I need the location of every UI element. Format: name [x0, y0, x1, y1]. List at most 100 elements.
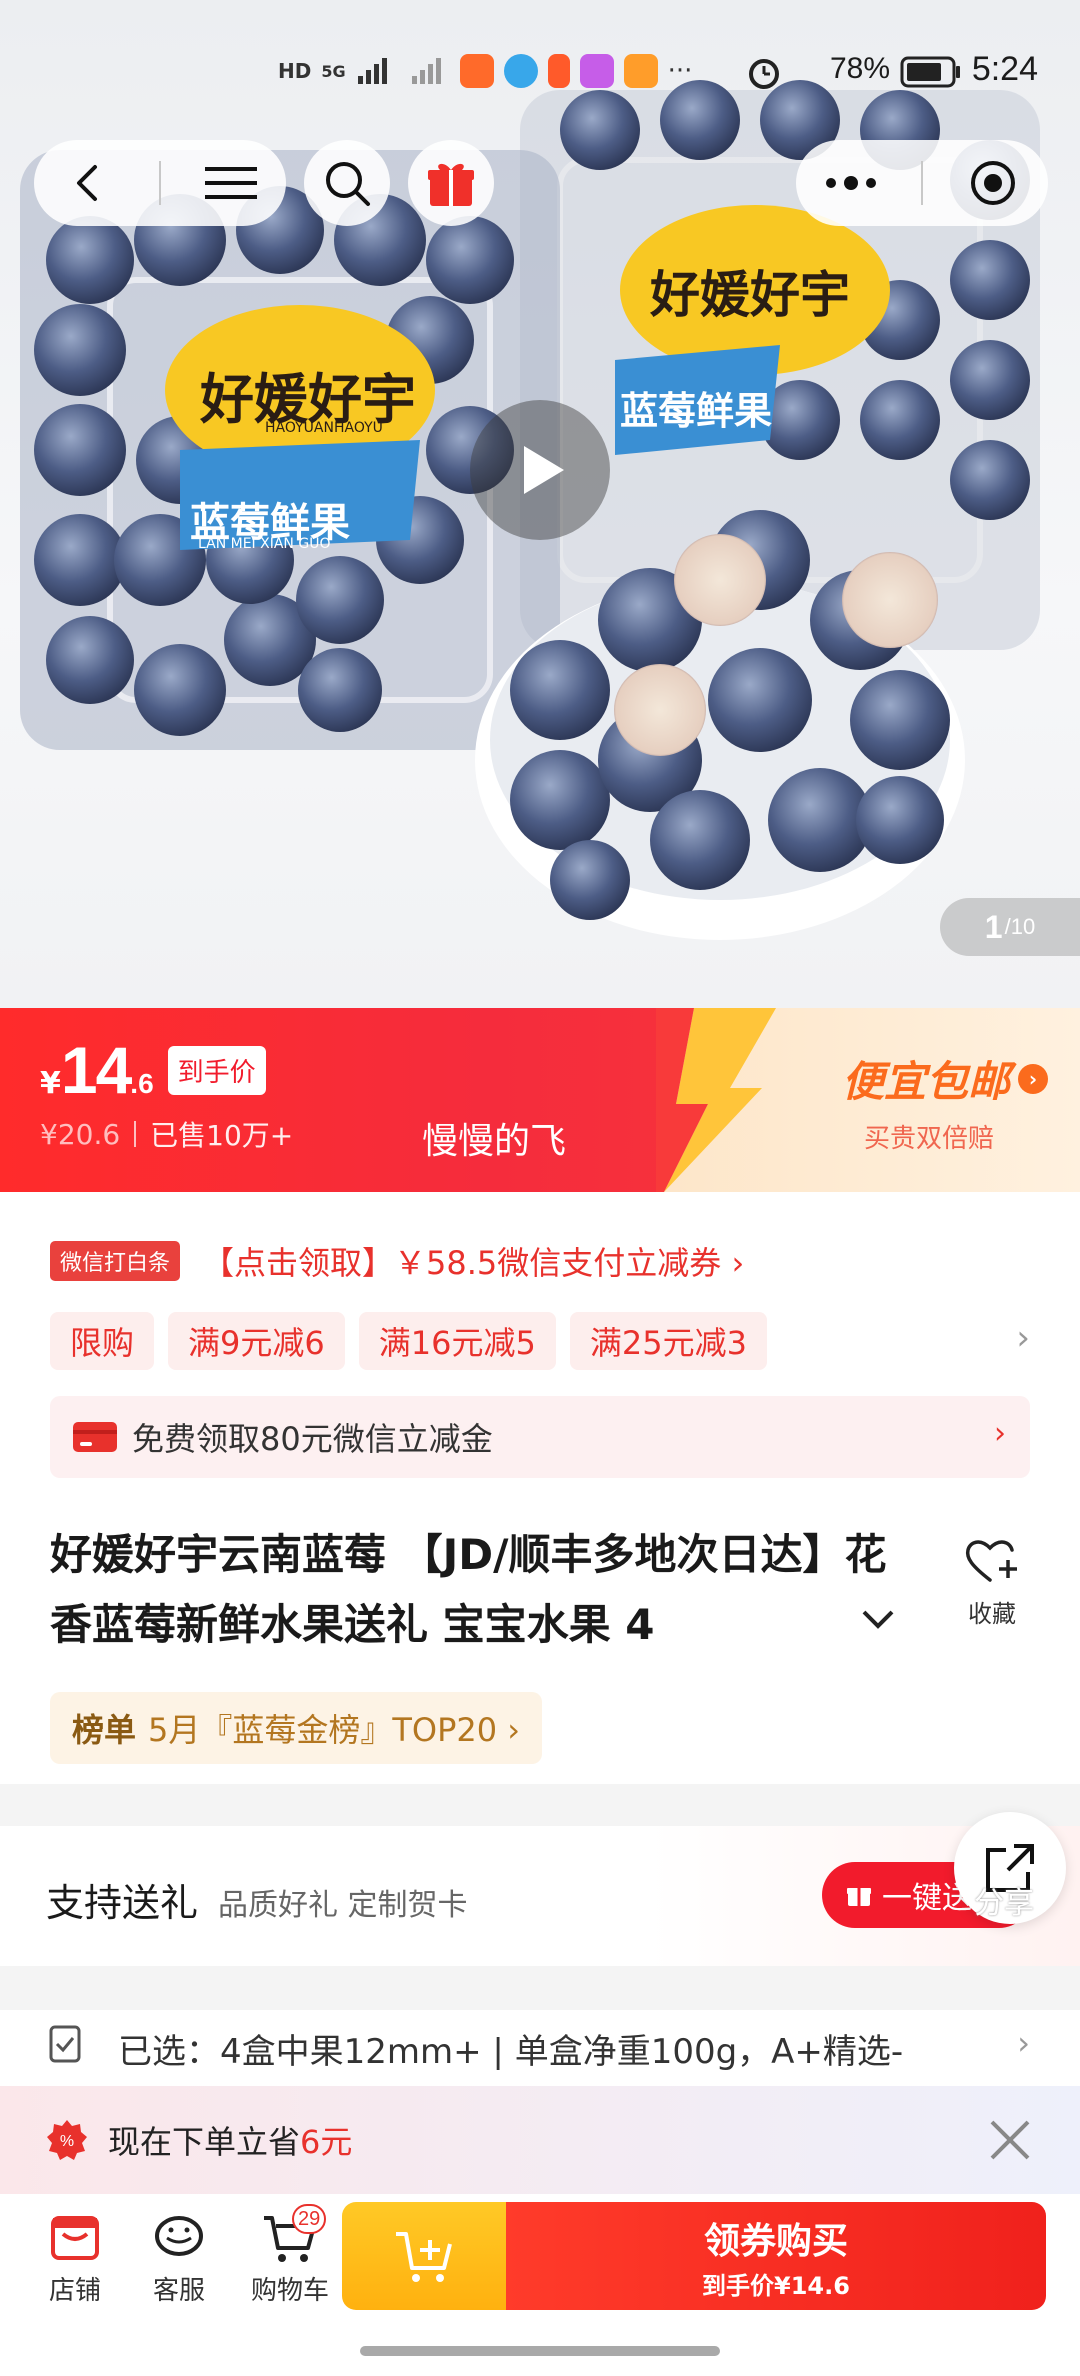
final-price-tag: 到手价	[167, 1046, 266, 1095]
signal-bars-icon	[357, 58, 387, 84]
shop-label: 店铺	[48, 2276, 101, 2306]
currency-symbol: ¥	[40, 1066, 61, 1101]
discount-chip[interactable]: 满9元减6	[168, 1312, 345, 1370]
wechat-coupon-offer[interactable]: 【点击领取】￥58.5微信支付立减券 ›	[202, 1238, 744, 1284]
product-image-carousel[interactable]: 好媛好宇 HAOYUANHAOYU 蓝莓鲜果 LAN MEI XIAN GUO …	[0, 0, 1080, 1008]
price-guarantee: 买贵双倍赔	[863, 1124, 994, 1154]
price-separator	[134, 1121, 137, 1147]
gift-icon	[428, 163, 474, 206]
back-button[interactable]	[49, 143, 129, 223]
add-cart-icon	[396, 2232, 452, 2282]
close-miniapp-button[interactable]	[953, 143, 1033, 223]
share-label[interactable]: 分享	[974, 1878, 1034, 1922]
chevron-right-icon: ›	[994, 1416, 1006, 1451]
cart-button[interactable]: 29 购物车	[240, 2204, 340, 2307]
cart-label: 购物车	[250, 2276, 329, 2306]
gift-button[interactable]	[408, 140, 494, 226]
purchase-button-group: 领券购买 到手价¥14.6	[342, 2202, 1046, 2310]
target-icon	[971, 161, 1015, 205]
nav-back-menu-group	[34, 140, 286, 226]
menu-button[interactable]	[191, 143, 271, 223]
add-to-cart-button[interactable]	[342, 2202, 506, 2310]
promo-prefix: 现在下单立省	[108, 2123, 301, 2161]
battery-percent: 78%	[829, 52, 890, 85]
app-notification-icon	[459, 54, 494, 88]
price-decimal: .6	[130, 1068, 154, 1099]
search-button[interactable]	[304, 140, 390, 226]
pager-total: /10	[1004, 914, 1036, 939]
discount-chip[interactable]: 满25元减3	[569, 1312, 767, 1370]
free-shipping-title[interactable]: 便宜包邮 ›	[842, 1048, 1048, 1109]
wechat-coupon-row[interactable]: 微信打白条 【点击领取】￥58.5微信支付立减券 ›	[50, 1238, 744, 1284]
free-voucher-banner[interactable]: 免费领取80元微信立减金 ›	[50, 1396, 1030, 1478]
app-notification-icon	[503, 54, 538, 88]
image-pager: 1 /10	[940, 898, 1080, 956]
gift-icon	[847, 1888, 871, 1906]
gift-subtitle: 品质好礼 定制贺卡	[218, 1888, 468, 1923]
ranking-badge[interactable]: 榜单 5月『蓝莓金榜』TOP20 ›	[50, 1692, 543, 1764]
discount-chip[interactable]: 限购	[50, 1312, 155, 1370]
nav-more-group	[796, 140, 1048, 226]
play-icon	[524, 446, 564, 494]
menu-icon	[205, 167, 257, 199]
service-icon	[155, 2216, 203, 2256]
brand-label-back: 好媛好宇	[650, 265, 850, 324]
chevron-right-icon: ›	[1017, 2024, 1030, 2062]
product-title[interactable]: 好媛好宇云南蓝莓 【JD/顺丰多地次日达】花香蓝莓新鲜水果送礼 宝宝水果 4	[50, 1520, 910, 1660]
alarm-icon	[749, 59, 779, 89]
section-divider	[0, 1784, 1080, 1826]
close-icon[interactable]	[984, 2114, 1036, 2166]
favorite-button[interactable]: 收藏	[952, 1536, 1032, 1629]
lightning-bolt-decoration	[656, 1008, 776, 1192]
back-icon	[77, 165, 97, 201]
play-video-button[interactable]	[470, 400, 610, 540]
app-notification-icon	[547, 54, 570, 88]
discount-chips: 限购 满9元减6 满16元减5 满25元减3	[50, 1312, 767, 1370]
chevron-down-icon[interactable]	[860, 1608, 896, 1632]
status-icons: HD 5G ···	[278, 54, 692, 88]
promo-amount: 6元	[300, 2123, 353, 2161]
app-notification-icon	[623, 54, 658, 88]
search-icon	[326, 162, 370, 206]
service-label: 客服	[152, 2276, 205, 2306]
price-block: ¥ 14 .6 到手价 ¥20.6 已售10万+	[40, 1032, 293, 1154]
more-icon	[826, 176, 876, 190]
chevron-right-icon: ›	[1018, 1063, 1048, 1094]
free-voucher-text: 免费领取80元微信立减金	[132, 1420, 493, 1458]
buy-subtitle: 到手价¥14.6	[702, 2271, 850, 2300]
buy-now-button[interactable]: 领券购买 到手价¥14.6	[506, 2202, 1046, 2310]
chevron-right-icon[interactable]: ›	[1016, 1318, 1030, 1358]
price-banner: ¥ 14 .6 到手价 ¥20.6 已售10万+ 慢慢的飞 便宜包邮 › 买贵双…	[0, 1008, 1080, 1192]
sku-selection-row[interactable]: 已选：4盒中果12mm+ | 单盒净重100g，A+精选- ›	[0, 2010, 1080, 2070]
promo-bar[interactable]: % 现在下单立省6元	[0, 2086, 1080, 2194]
heart-plus-icon	[965, 1540, 1017, 1582]
brand-pinyin-front: HAOYUANHAOYU	[265, 420, 383, 436]
status-bar: HD 5G ··· 78% 5:24	[0, 40, 1080, 110]
hd-icon: HD	[278, 59, 312, 83]
app-notification-icon	[579, 54, 614, 88]
favorite-label: 收藏	[968, 1600, 1016, 1628]
more-notifications-icon: ···	[667, 56, 693, 86]
product-label-back: 蓝莓鲜果	[620, 389, 773, 433]
sku-icon	[49, 2025, 81, 2063]
selected-sku-text: 已选：4盒中果12mm+ | 单盒净重100g，A+精选-	[118, 2032, 904, 2070]
shop-icon	[51, 2216, 99, 2260]
nav-divider	[159, 161, 161, 205]
gift-section: 支持送礼 品质好礼 定制贺卡 一键送	[0, 1826, 1080, 1966]
ranking-text: 5月『蓝莓金榜』TOP20 ›	[148, 1711, 521, 1749]
home-indicator[interactable]	[360, 2346, 720, 2356]
ranking-label: 榜单	[72, 1711, 137, 1749]
buy-title: 领券购买	[703, 2220, 848, 2262]
discount-icon: %	[47, 2120, 87, 2160]
customer-service-button[interactable]: 客服	[134, 2212, 224, 2307]
battery-icon	[900, 56, 960, 88]
discount-chip[interactable]: 满16元减5	[358, 1312, 556, 1370]
svg-text:%: %	[60, 2133, 74, 2150]
seller-name: 慢慢的飞	[422, 1121, 567, 1162]
shop-button[interactable]: 店铺	[30, 2212, 120, 2307]
more-button[interactable]	[811, 143, 891, 223]
product-pinyin-front: LAN MEI XIAN GUO	[198, 536, 331, 552]
sold-count: 已售10万+	[150, 1119, 294, 1152]
cart-count-badge: 29	[292, 2204, 327, 2234]
original-price: ¥20.6	[40, 1117, 121, 1151]
